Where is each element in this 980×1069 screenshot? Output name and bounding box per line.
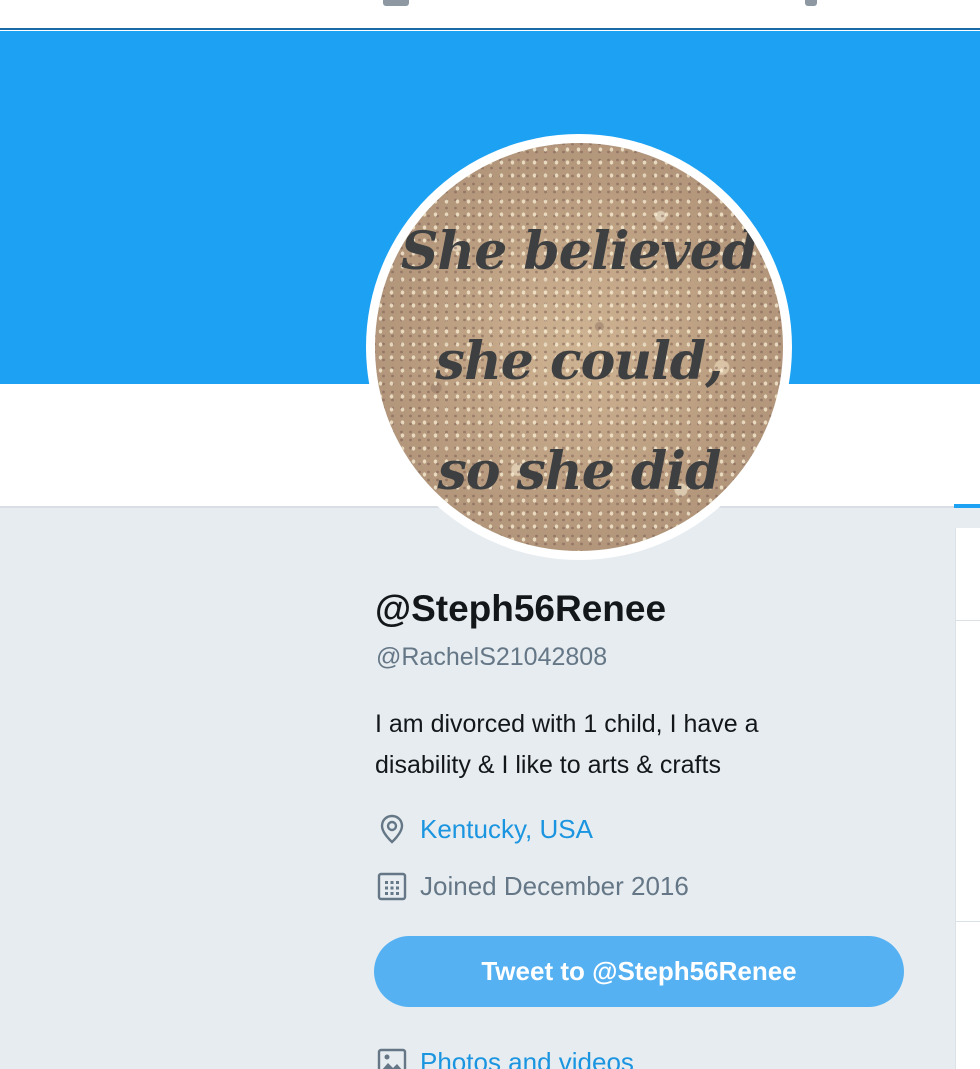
avatar-quote-line: She believed [400, 221, 758, 282]
image-icon [377, 1048, 407, 1069]
bio-line: I am divorced with 1 child, I have a [375, 710, 759, 738]
timeline-panel-edge [955, 528, 980, 1069]
tweet-to-user-button[interactable]: Tweet to @Steph56Renee [374, 936, 904, 1007]
profile-page: She believed she could, so she did @Step… [0, 0, 980, 1069]
joined-date-text: Joined December 2016 [420, 870, 689, 901]
profile-display-name[interactable]: @Steph56Renee [375, 588, 666, 630]
profile-handle[interactable]: @RachelS21042808 [376, 643, 607, 672]
profile-location: Kentucky, USA [376, 813, 593, 845]
profile-join-date: Joined December 2016 [376, 870, 689, 902]
profile-bio: I am divorced with 1 child, I have a dis… [375, 704, 845, 786]
profile-avatar[interactable]: She believed she could, so she did [366, 134, 792, 560]
location-pin-icon [380, 814, 404, 844]
bio-line: disability & I like to arts & crafts [375, 751, 721, 779]
photos-and-videos-label[interactable]: Photos and videos [420, 1047, 634, 1069]
photos-and-videos-link[interactable]: Photos and videos [376, 1046, 634, 1069]
nav-icon-stub[interactable] [805, 0, 817, 6]
location-link[interactable]: Kentucky, USA [420, 814, 593, 845]
top-navigation-bar [0, 0, 980, 30]
avatar-image: She believed she could, so she did [375, 143, 783, 551]
avatar-quote-line: so she did [437, 441, 722, 502]
nav-icon-stub[interactable] [383, 0, 409, 6]
avatar-quote-line: she could, [435, 331, 724, 392]
calendar-icon [377, 872, 407, 901]
